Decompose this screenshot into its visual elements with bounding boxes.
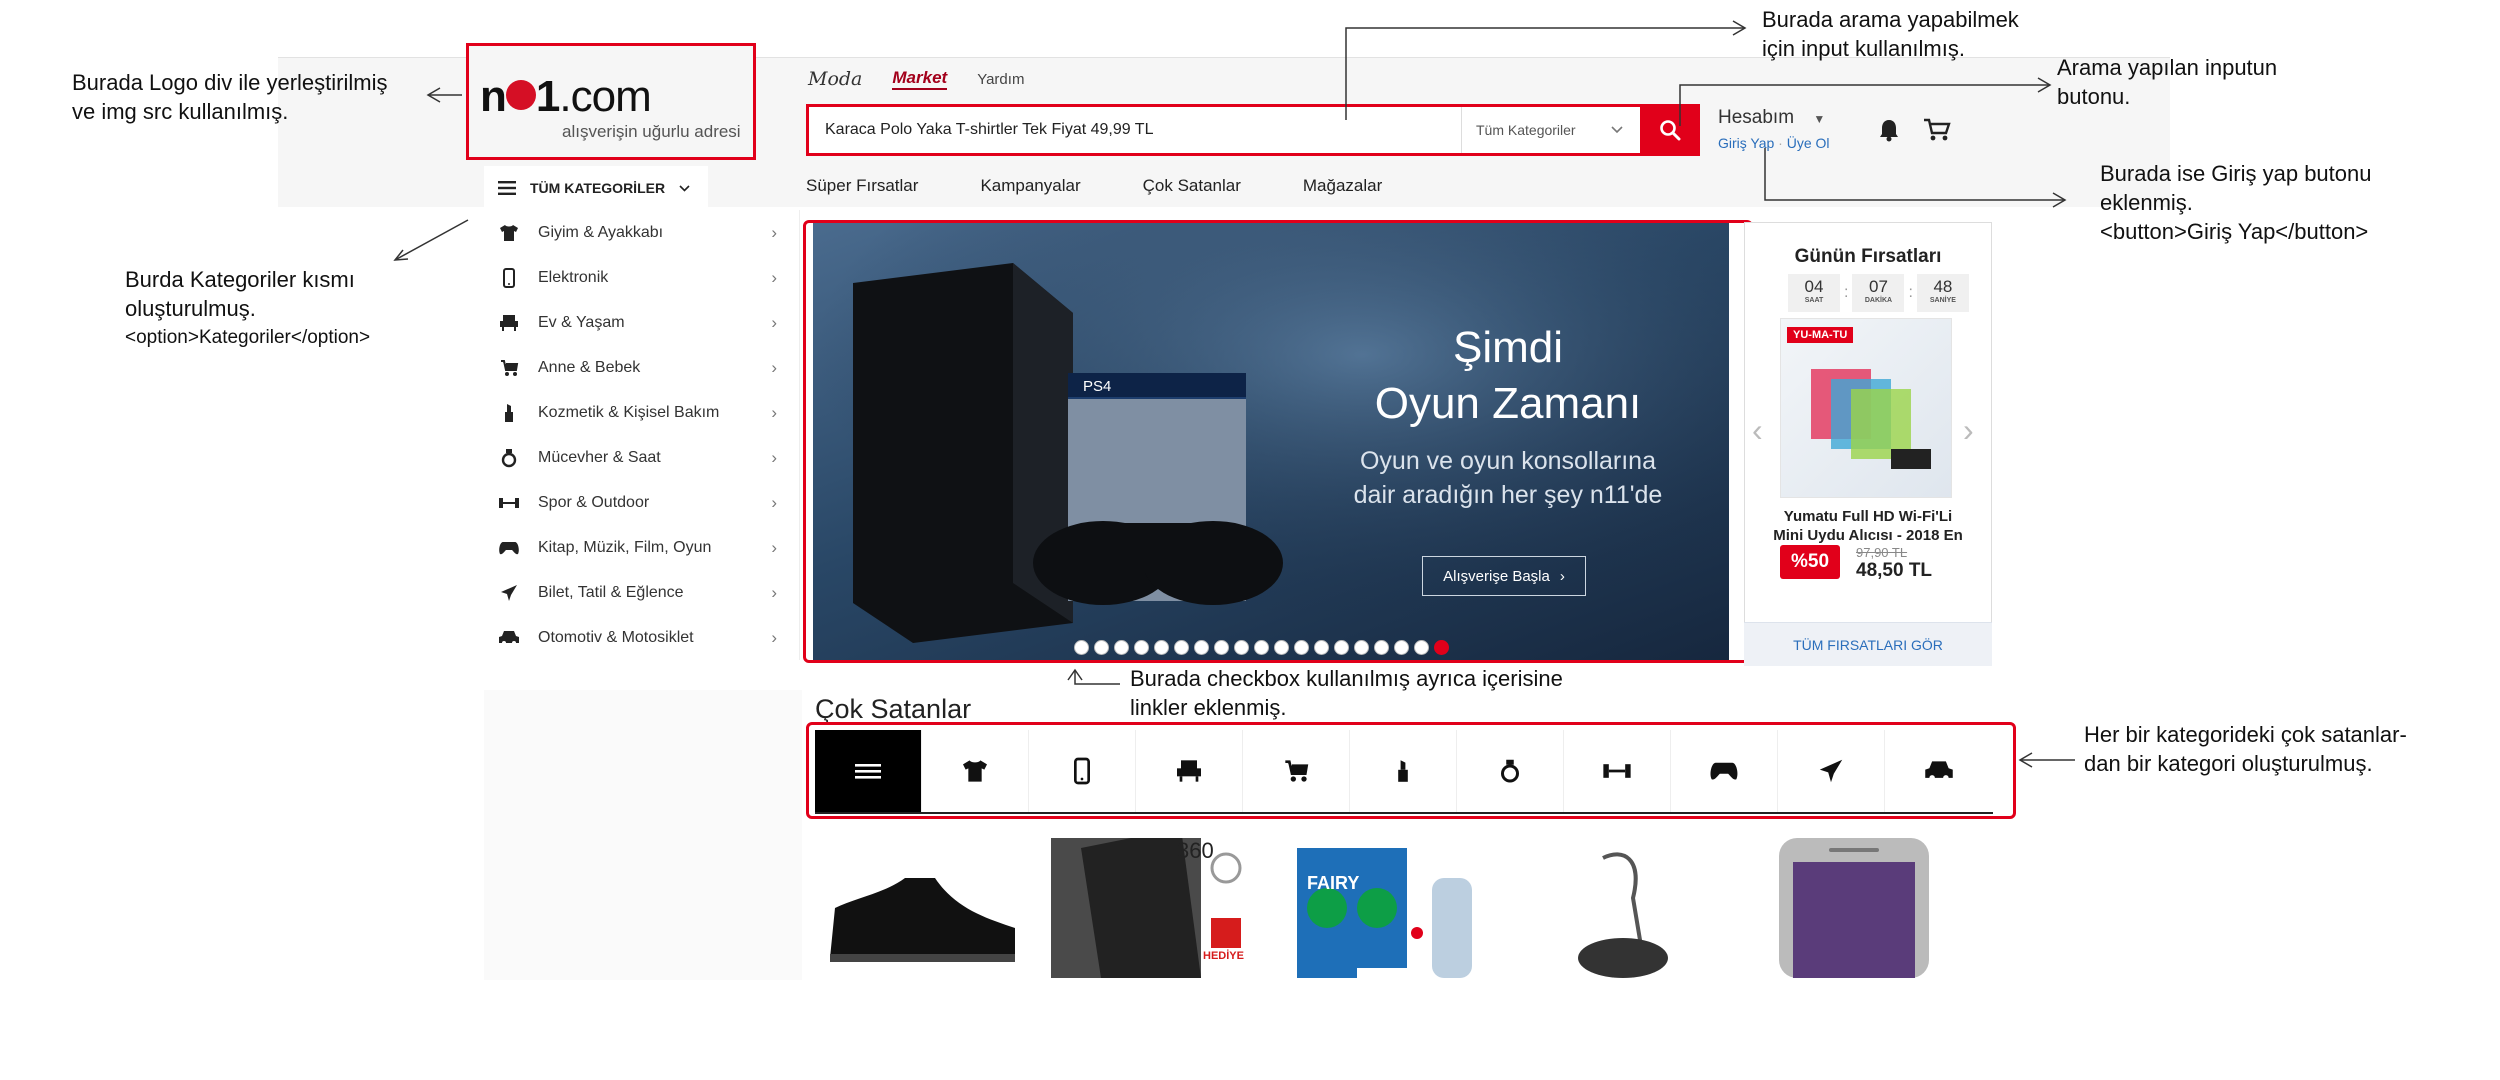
annotation-arrows [393,20,2075,768]
